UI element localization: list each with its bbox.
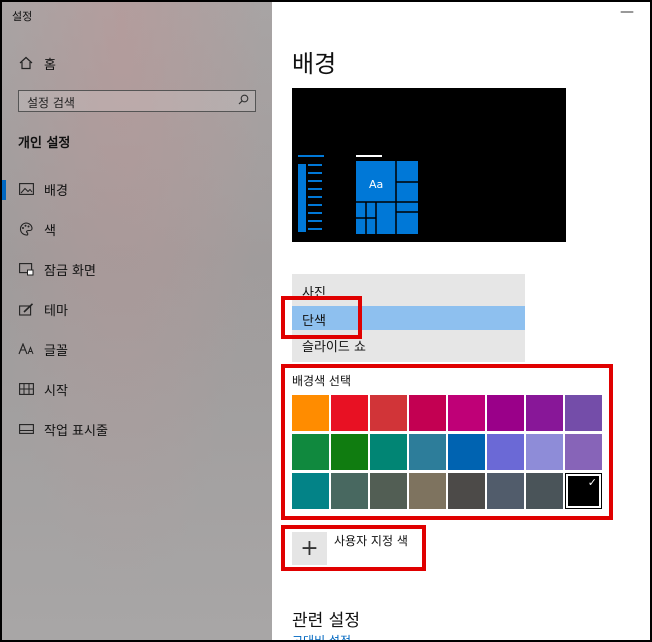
color-swatch[interactable] [292, 434, 329, 470]
sidebar-item-background[interactable]: 배경 [18, 178, 68, 200]
custom-color-button[interactable]: + [292, 532, 327, 565]
color-swatch[interactable] [331, 434, 368, 470]
plus-icon: + [300, 536, 319, 561]
minimize-button[interactable]: — [620, 4, 634, 20]
lock-screen-icon [18, 261, 34, 277]
sidebar-item-taskbar[interactable]: 작업 표시줄 [18, 418, 108, 440]
sidebar-item-home[interactable]: 홈 [18, 52, 56, 74]
color-swatch[interactable] [370, 395, 407, 431]
checkmark-icon: ✓ [587, 476, 597, 489]
page-title: 배경 [292, 50, 337, 78]
sidebar: 설정 홈 설정 검색 개인 설정 배경 색 잠금 화면 테마 글꼴 시작 작업 … [2, 2, 272, 640]
search-input[interactable]: 설정 검색 [18, 90, 256, 112]
color-swatch[interactable] [565, 395, 602, 431]
font-icon [18, 341, 34, 357]
sidebar-item-start[interactable]: 시작 [18, 378, 68, 400]
sidebar-item-label: 글꼴 [44, 343, 68, 359]
color-swatch[interactable] [487, 395, 524, 431]
color-swatch[interactable]: ✓ [565, 473, 602, 509]
sidebar-item-fonts[interactable]: 글꼴 [18, 338, 68, 360]
window-title: 설정 [12, 10, 33, 23]
color-section-title: 배경색 선택 [292, 374, 352, 388]
color-swatch[interactable] [448, 473, 485, 509]
color-swatch[interactable] [292, 395, 329, 431]
color-swatch[interactable] [487, 473, 524, 509]
high-contrast-link[interactable]: 고대비 설정 [292, 632, 351, 640]
preview-start-tiles [356, 155, 418, 234]
active-indicator [2, 180, 6, 200]
color-swatch[interactable] [370, 473, 407, 509]
option-solid-color[interactable]: 단색 [302, 310, 326, 329]
sidebar-item-label: 작업 표시줄 [44, 423, 108, 439]
search-icon [238, 94, 249, 108]
theme-brush-icon [18, 301, 34, 317]
home-icon [18, 55, 34, 71]
preview-start-list [298, 155, 324, 232]
color-swatch[interactable] [526, 434, 563, 470]
sidebar-item-lock-screen[interactable]: 잠금 화면 [18, 258, 96, 280]
option-slideshow[interactable]: 슬라이드 쇼 [302, 336, 366, 355]
background-type-dropdown[interactable]: 사진 단색 슬라이드 쇼 [292, 274, 525, 362]
sidebar-item-theme[interactable]: 테마 [18, 298, 68, 320]
preview-tile-label: Aa [369, 178, 384, 191]
settings-window: 설정 홈 설정 검색 개인 설정 배경 색 잠금 화면 테마 글꼴 시작 작업 … [0, 0, 652, 642]
sidebar-item-label: 시작 [44, 383, 68, 399]
sidebar-item-label: 홈 [44, 57, 56, 73]
picture-icon [18, 181, 34, 197]
color-swatch[interactable] [448, 434, 485, 470]
start-tiles-icon [18, 381, 34, 397]
main-content: — 배경 Aa 사진 단색 슬라이드 쇼 배경색 선택 ✓ + 사용자 지정 색… [272, 2, 650, 640]
color-swatch[interactable] [331, 395, 368, 431]
option-picture[interactable]: 사진 [302, 282, 326, 301]
color-swatch[interactable] [487, 434, 524, 470]
sidebar-item-label: 잠금 화면 [44, 263, 96, 279]
color-swatch[interactable] [409, 434, 446, 470]
sidebar-item-label: 색 [44, 223, 56, 239]
color-swatch[interactable] [409, 395, 446, 431]
color-swatch[interactable] [331, 473, 368, 509]
sidebar-item-label: 테마 [44, 303, 68, 319]
section-title: 개인 설정 [18, 136, 71, 151]
color-swatch[interactable] [526, 473, 563, 509]
sidebar-item-color[interactable]: 색 [18, 218, 56, 240]
palette-icon [18, 221, 34, 237]
search-placeholder: 설정 검색 [27, 96, 75, 110]
color-swatch[interactable] [448, 395, 485, 431]
color-swatch[interactable] [409, 473, 446, 509]
related-settings-title: 관련 설정 [292, 611, 360, 631]
color-swatch[interactable] [526, 395, 563, 431]
color-swatch[interactable] [292, 473, 329, 509]
color-swatch[interactable] [370, 434, 407, 470]
taskbar-icon [18, 421, 34, 437]
color-swatch[interactable] [565, 434, 602, 470]
selected-option-highlight [292, 306, 525, 330]
custom-color-label[interactable]: 사용자 지정 색 [334, 532, 408, 549]
sidebar-item-label: 배경 [44, 183, 68, 199]
background-preview: Aa [292, 88, 566, 242]
